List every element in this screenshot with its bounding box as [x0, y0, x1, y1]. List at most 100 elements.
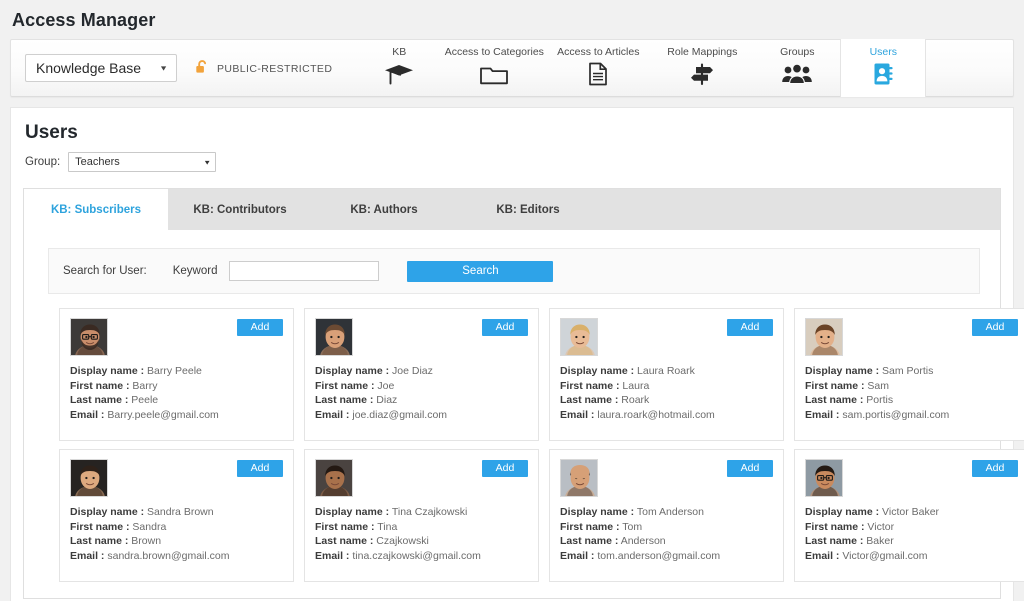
toolbar-item-role-mappings[interactable]: Role Mappings — [650, 40, 754, 96]
kb-select-cell: Knowledge Base ▼ — [11, 40, 191, 96]
user-card-info: Display name : Sandra Brown First name : … — [70, 505, 283, 563]
user-display-name: Display name : Tom Anderson — [560, 506, 704, 518]
visibility-status: PUBLIC-RESTRICTED — [191, 42, 338, 96]
user-first-name: First name : Joe — [315, 379, 395, 392]
toolbar-items: KB Access to Categories Access to Articl… — [356, 39, 927, 97]
folder-icon — [479, 61, 509, 87]
search-for-user-label: Search for User: — [63, 265, 147, 277]
chevron-down-icon: ▼ — [159, 64, 168, 72]
toolbar-item-users[interactable]: Users — [840, 39, 927, 97]
user-card: Add Display name : Tom Anderson First name… — [549, 449, 784, 582]
tab-kb-contributors-label: KB: Contributors — [193, 203, 287, 216]
add-user-button[interactable]: Add — [727, 460, 773, 477]
user-last-name: Last name : Baker — [805, 535, 894, 548]
user-email: Email : laura.roark@hotmail.com — [560, 408, 715, 421]
user-card: Add Display name : Laura Roark First name … — [549, 308, 784, 441]
toolbar-item-users-label: Users — [869, 46, 898, 58]
toolbar-item-groups[interactable]: Groups — [754, 40, 840, 96]
user-display-name: Display name : Laura Roark — [560, 365, 695, 377]
user-card: Add Display name : Victor Baker First name… — [794, 449, 1024, 582]
address-book-icon — [870, 61, 896, 87]
user-card-top: Add — [70, 318, 283, 356]
user-display-name: Display name : Sam Portis — [805, 365, 934, 377]
knowledge-base-select[interactable]: Knowledge Base ▼ — [25, 54, 177, 82]
keyword-label: Keyword — [172, 265, 218, 277]
user-first-name: First name : Sandra — [70, 520, 167, 533]
user-card: Add Display name : Barry Peele First name … — [59, 308, 294, 441]
people-group-icon — [781, 61, 813, 87]
user-card-info: Display name : Sam Portis First name : Sa… — [805, 364, 1018, 422]
avatar — [70, 459, 108, 497]
user-display-name: Display name : Barry Peele — [70, 365, 202, 377]
user-first-name: First name : Tom — [560, 520, 643, 533]
avatar — [315, 459, 353, 497]
avatar — [70, 318, 108, 356]
search-button[interactable]: Search — [407, 260, 554, 282]
avatar — [560, 459, 598, 497]
user-card: Add Display name : Sam Portis First name :… — [794, 308, 1024, 441]
visibility-status-label: PUBLIC-RESTRICTED — [217, 63, 333, 75]
toolbar-item-kb-label: KB — [392, 46, 407, 58]
user-first-name: First name : Sam — [805, 379, 890, 392]
search-input[interactable] — [229, 261, 380, 281]
add-user-button[interactable]: Add — [727, 319, 773, 336]
user-card-top: Add — [805, 459, 1018, 497]
toolbar-item-kb[interactable]: KB — [356, 40, 442, 96]
group-select[interactable]: Teachers ▼ — [68, 152, 217, 172]
knowledge-base-select-value: Knowledge Base — [36, 60, 142, 76]
tab-kb-authors-label: KB: Authors — [350, 203, 418, 216]
toolbar-item-access-to-articles-label: Access to Articles — [557, 46, 640, 58]
signpost-icon — [687, 61, 717, 87]
user-last-name: Last name : Roark — [560, 394, 650, 407]
user-card-info: Display name : Barry Peele First name : B… — [70, 364, 283, 422]
user-card-info: Display name : Joe Diaz First name : Joe L… — [315, 364, 528, 422]
toolbar-item-groups-label: Groups — [780, 46, 815, 58]
user-card-top: Add — [70, 459, 283, 497]
page-title: Access Manager — [12, 10, 156, 30]
user-last-name: Last name : Diaz — [315, 394, 398, 407]
access-manager-toolbar: Knowledge Base ▼ PUBLIC-RESTRICTED KB Ac… — [10, 39, 1014, 97]
user-display-name: Display name : Sandra Brown — [70, 506, 214, 518]
avatar — [560, 318, 598, 356]
tab-kb-contributors[interactable]: KB: Contributors — [168, 189, 312, 230]
avatar — [805, 459, 843, 497]
user-display-name: Display name : Tina Czajkowski — [315, 506, 468, 518]
user-first-name: First name : Tina — [315, 520, 398, 533]
panel-heading: Users — [25, 122, 78, 143]
user-card-info: Display name : Tina Czajkowski First name… — [315, 505, 528, 563]
user-email: Email : sandra.brown@gmail.com — [70, 549, 230, 562]
tab-panel-kb-subscribers: Search for User: Keyword Search Add Displ… — [23, 230, 1024, 599]
user-card-top: Add — [560, 318, 773, 356]
add-user-button[interactable]: Add — [482, 460, 528, 477]
user-first-name: First name : Victor — [805, 520, 895, 533]
user-card-info: Display name : Tom Anderson First name : … — [560, 505, 773, 563]
graduation-cap-icon — [384, 61, 414, 87]
role-tabs: KB: Subscribers KB: Contributors KB: Aut… — [23, 188, 1001, 230]
tab-kb-subscribers[interactable]: KB: Subscribers — [24, 189, 168, 230]
user-email: Email : tina.czajkowski@gmail.com — [315, 549, 481, 562]
user-last-name: Last name : Brown — [70, 535, 162, 548]
tab-kb-authors[interactable]: KB: Authors — [312, 189, 456, 230]
toolbar-item-access-to-categories-label: Access to Categories — [444, 46, 544, 58]
user-email: Email : Barry.peele@gmail.com — [70, 408, 219, 421]
add-user-button[interactable]: Add — [972, 319, 1018, 336]
add-user-button[interactable]: Add — [972, 460, 1018, 477]
document-icon — [585, 61, 611, 87]
toolbar-item-access-to-articles[interactable]: Access to Articles — [546, 40, 650, 96]
user-search-bar: Search for User: Keyword Search — [48, 248, 980, 294]
user-card-info: Display name : Victor Baker First name : … — [805, 505, 1018, 563]
user-first-name: First name : Barry — [70, 379, 158, 392]
group-filter-row: Group: Teachers ▼ — [11, 152, 1013, 172]
tab-kb-editors[interactable]: KB: Editors — [456, 189, 600, 230]
chevron-down-icon: ▼ — [203, 158, 212, 166]
add-user-button[interactable]: Add — [237, 319, 283, 336]
toolbar-item-access-to-categories[interactable]: Access to Categories — [442, 40, 546, 96]
user-last-name: Last name : Czajkowski — [315, 535, 429, 548]
add-user-button[interactable]: Add — [237, 460, 283, 477]
user-card-info: Display name : Laura Roark First name : L… — [560, 364, 773, 422]
user-card: Add Display name : Tina Czajkowski First n… — [304, 449, 539, 582]
avatar — [805, 318, 843, 356]
group-filter-label: Group: — [25, 156, 61, 168]
users-panel: Users Group: Teachers ▼ KB: Subscribers … — [10, 107, 1024, 601]
add-user-button[interactable]: Add — [482, 319, 528, 336]
